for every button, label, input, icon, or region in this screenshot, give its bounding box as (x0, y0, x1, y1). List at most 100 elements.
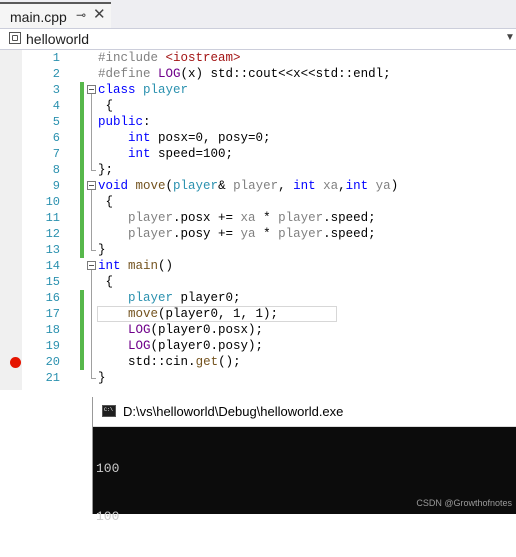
console-window[interactable]: D:\vs\helloworld\Debug\helloworld.exe 10… (92, 397, 516, 524)
code-line[interactable]: 21} (0, 370, 516, 386)
code-token: xa (323, 179, 339, 193)
code-line[interactable]: 11 player.posx += xa * player.speed; (0, 210, 516, 226)
code-text: player.posy += ya * player.speed; (98, 226, 376, 242)
code-token: }; (98, 163, 114, 177)
console-titlebar[interactable]: D:\vs\helloworld\Debug\helloworld.exe (93, 397, 516, 427)
change-indicator (80, 226, 84, 242)
code-token: { (98, 275, 114, 289)
code-token: cout (248, 67, 279, 81)
code-token: :: (233, 67, 249, 81)
code-line[interactable]: 5 public: (0, 114, 516, 130)
code-token: player (128, 291, 181, 305)
code-token: std (315, 67, 339, 81)
line-number: 15 (45, 275, 60, 289)
code-text: { (98, 194, 114, 210)
line-number: 20 (45, 355, 60, 369)
code-text: { (98, 274, 114, 290)
code-text: } (98, 370, 106, 386)
code-token: player (278, 211, 324, 225)
code-token: int (98, 259, 129, 273)
line-number: 7 (52, 147, 60, 161)
change-indicator (80, 290, 84, 306)
code-token: , (338, 179, 346, 193)
code-line[interactable]: 18 LOG(player0.posx); (0, 322, 516, 338)
code-line[interactable]: 15 { (0, 274, 516, 290)
change-indicator (80, 82, 84, 98)
collapse-icon[interactable] (87, 261, 96, 270)
tab-main-cpp[interactable]: main.cpp ⊸ ✕ (0, 2, 111, 28)
code-line[interactable]: 13} (0, 242, 516, 258)
line-number: 6 (52, 131, 60, 145)
code-token: (); (218, 355, 241, 369)
code-text: }; (98, 162, 113, 178)
line-number: 21 (45, 371, 60, 385)
code-token: (x) (180, 67, 211, 81)
code-line[interactable]: 8}; (0, 162, 516, 178)
code-text: player.posx += xa * player.speed; (98, 210, 376, 226)
code-token: LOG (128, 339, 151, 353)
code-line[interactable]: 1 #include <iostream> (0, 50, 516, 66)
code-text: class player (98, 82, 188, 98)
code-line[interactable]: 10 { (0, 194, 516, 210)
code-line[interactable]: 17 move(player0, 1, 1); (0, 306, 516, 322)
code-token: move (128, 307, 159, 321)
line-number: 12 (45, 227, 60, 241)
code-token: #include (98, 51, 166, 65)
line-number: 18 (45, 323, 60, 337)
code-token: class (98, 83, 144, 97)
code-token: .speed; (323, 227, 376, 241)
line-number: 1 (52, 51, 60, 65)
line-number: 13 (45, 243, 60, 257)
scope-label: helloworld (26, 31, 90, 47)
code-token: int (345, 179, 376, 193)
code-token: (player0.posx); (150, 323, 264, 337)
line-number: 2 (52, 67, 60, 81)
code-line[interactable]: 20 std::cin.get(); (0, 354, 516, 370)
code-token: player (128, 211, 174, 225)
code-token: ya (375, 179, 391, 193)
code-line[interactable]: 3 class player (0, 82, 516, 98)
code-line[interactable]: 9 void move(player& player, int xa,int ya… (0, 178, 516, 194)
code-text: int posx=0, posy=0; (98, 130, 271, 146)
line-number: 14 (45, 259, 60, 273)
code-line[interactable]: 2 #define LOG(x) std::cout<<x<<std::endl; (0, 66, 516, 82)
collapse-icon[interactable] (87, 85, 96, 94)
line-number: 17 (45, 307, 60, 321)
code-text: move(player0, 1, 1); (98, 306, 278, 322)
chevron-down-icon[interactable]: ▼ (505, 32, 515, 43)
code-token: player (128, 227, 174, 241)
change-indicator (80, 178, 84, 194)
breakpoint-icon[interactable] (10, 357, 21, 368)
change-indicator (80, 354, 84, 370)
scope-dropdown[interactable]: helloworld ▼ (0, 28, 516, 50)
code-text: public: (98, 114, 151, 130)
code-token: ya (240, 227, 256, 241)
pin-icon[interactable]: ⊸ (76, 8, 86, 22)
code-token: xa (240, 211, 256, 225)
close-icon[interactable]: ✕ (93, 7, 106, 23)
change-indicator (80, 306, 84, 322)
code-token: <iostream> (165, 51, 241, 65)
code-line[interactable]: 4 { (0, 98, 516, 114)
code-token: : (143, 115, 151, 129)
code-line[interactable]: 16 player player0; (0, 290, 516, 306)
tab-title: main.cpp (10, 9, 67, 25)
code-token: } (98, 371, 106, 385)
code-token: int (128, 147, 159, 161)
code-line[interactable]: 12 player.posy += ya * player.speed; (0, 226, 516, 242)
code-line[interactable]: 14 int main() (0, 258, 516, 274)
line-number: 19 (45, 339, 60, 353)
code-token: LOG (128, 323, 151, 337)
code-text: player player0; (98, 290, 241, 306)
collapse-icon[interactable] (87, 181, 96, 190)
change-indicator (80, 242, 84, 258)
code-line[interactable]: 19 LOG(player0.posy); (0, 338, 516, 354)
code-token: :: (338, 67, 354, 81)
code-line[interactable]: 6 int posx=0, posy=0; (0, 130, 516, 146)
code-token: (player0, 1, 1); (158, 307, 279, 321)
code-line[interactable]: 7 int speed=100; (0, 146, 516, 162)
